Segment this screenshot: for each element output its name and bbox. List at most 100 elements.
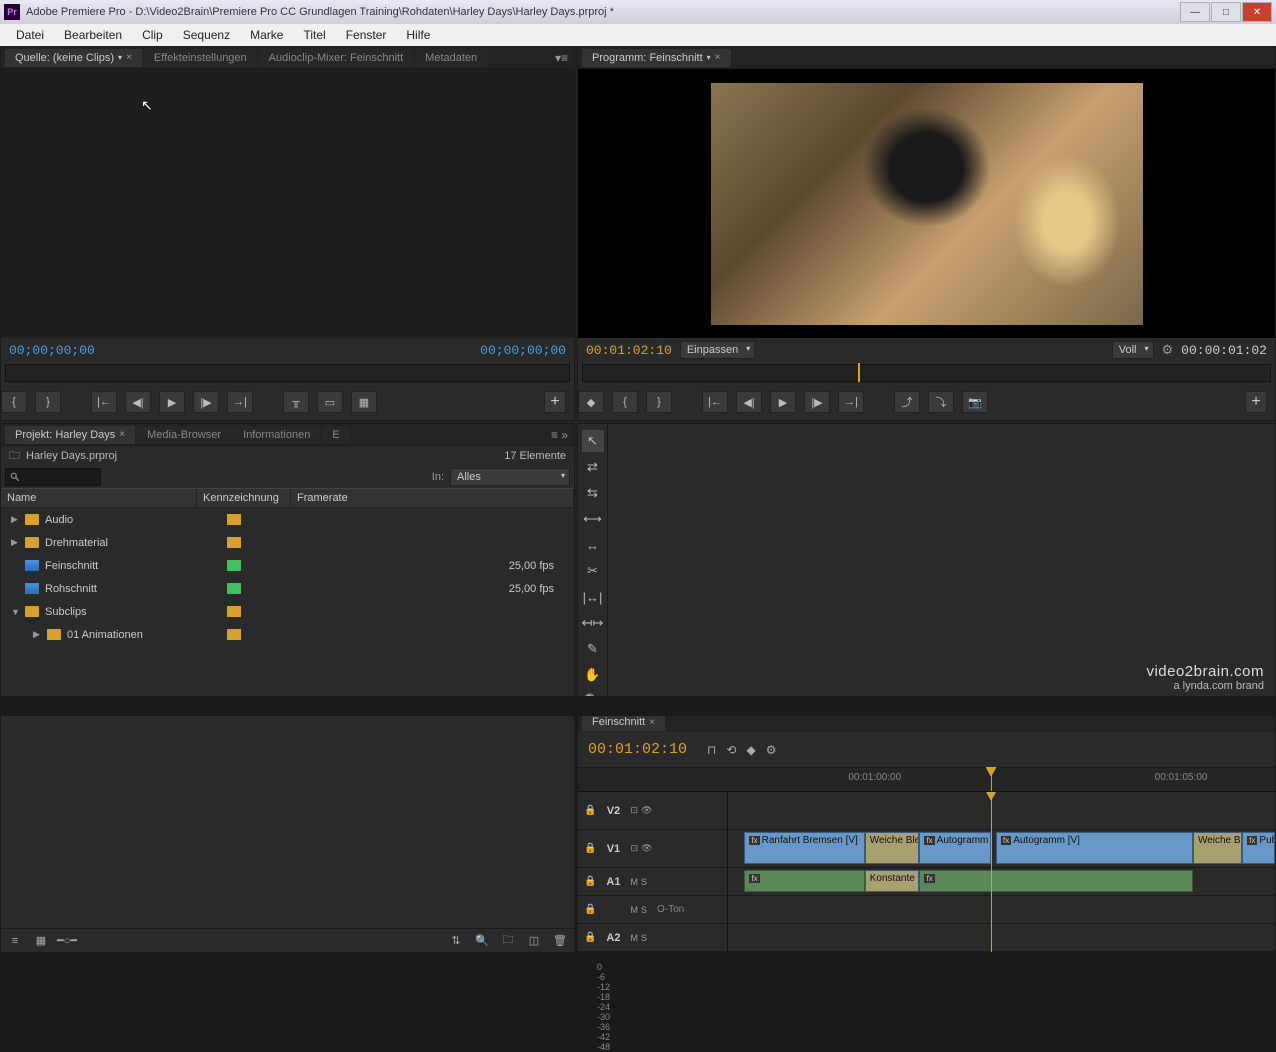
- list-view-button[interactable]: ≡: [5, 932, 25, 950]
- lock-icon[interactable]: 🔒: [584, 876, 596, 887]
- item-label-chip[interactable]: [191, 537, 277, 548]
- pen-tool[interactable]: ✎: [582, 638, 604, 660]
- lock-icon[interactable]: 🔒: [584, 904, 596, 915]
- timeline-clip[interactable]: fxRanfahrt Bremsen [V]: [744, 832, 864, 864]
- tab-effects-e[interactable]: E: [322, 426, 349, 444]
- track-header[interactable]: 🔒A1MS: [578, 868, 727, 896]
- timeline-clip[interactable]: Weiche Blend: [1193, 832, 1242, 864]
- hand-tool[interactable]: ✋: [582, 664, 604, 686]
- item-label-chip[interactable]: [191, 514, 277, 525]
- step-forward-button[interactable]: |▶: [193, 391, 219, 413]
- source-timebar[interactable]: [5, 364, 570, 382]
- twisty-icon[interactable]: ▶: [33, 629, 45, 640]
- track-toggles[interactable]: MS: [630, 877, 647, 887]
- project-item[interactable]: ▶01 Animationen: [1, 623, 574, 646]
- filter-scope-dropdown[interactable]: Alles: [450, 468, 570, 486]
- sort-button[interactable]: ⇅: [446, 932, 466, 950]
- tab-metadata[interactable]: Metadaten: [415, 49, 487, 67]
- zoom-slider[interactable]: ━○━: [57, 932, 77, 950]
- dropdown-caret-icon[interactable]: ▾: [707, 53, 711, 62]
- razor-tool[interactable]: ✂: [582, 560, 604, 582]
- overwrite-button[interactable]: ▭: [317, 391, 343, 413]
- col-label-header[interactable]: Kennzeichnung: [197, 489, 291, 507]
- twisty-icon[interactable]: ▶: [11, 537, 23, 548]
- twisty-icon[interactable]: ▶: [11, 514, 23, 525]
- menu-fenster[interactable]: Fenster: [336, 26, 397, 44]
- timeline-clip[interactable]: fxAutogramm [V]: [919, 832, 990, 864]
- timeline-clip[interactable]: fx: [744, 870, 864, 892]
- track-toggles[interactable]: MS: [630, 905, 647, 915]
- col-name-header[interactable]: Name: [1, 489, 197, 507]
- project-item[interactable]: ▶Audio: [1, 508, 574, 531]
- track-header[interactable]: 🔒MSO-Ton: [578, 896, 727, 924]
- track-lane[interactable]: [728, 924, 1275, 952]
- marker-button[interactable]: ◆: [746, 743, 755, 757]
- timeline-clip[interactable]: fxAutogramm [V]: [996, 832, 1193, 864]
- export-frame-button[interactable]: ▦: [351, 391, 377, 413]
- play-button[interactable]: ▶: [770, 391, 796, 413]
- lock-icon[interactable]: 🔒: [584, 805, 596, 816]
- new-bin-button[interactable]: 🗀: [498, 932, 518, 950]
- track-toggles[interactable]: ⊡👁: [630, 843, 652, 854]
- search-input[interactable]: [5, 468, 101, 486]
- minimize-button[interactable]: —: [1180, 2, 1210, 22]
- step-forward-button[interactable]: |▶: [804, 391, 830, 413]
- menu-titel[interactable]: Titel: [293, 26, 335, 44]
- selection-tool[interactable]: ↖: [582, 430, 604, 452]
- item-label-chip[interactable]: [191, 583, 277, 594]
- mark-out-button[interactable]: }: [35, 391, 61, 413]
- tab-source[interactable]: Quelle: (keine Clips) ▾ ×: [5, 49, 142, 67]
- close-icon[interactable]: ×: [126, 52, 132, 63]
- add-button[interactable]: +: [1245, 391, 1267, 413]
- linked-selection-button[interactable]: ⟲: [726, 743, 736, 757]
- item-label-chip[interactable]: [191, 629, 277, 640]
- trash-button[interactable]: 🗑: [550, 932, 570, 950]
- timeline-clip[interactable]: Konstante L: [865, 870, 920, 892]
- settings-button[interactable]: ⚙: [766, 743, 777, 757]
- menu-sequenz[interactable]: Sequenz: [173, 26, 240, 44]
- add-marker-button[interactable]: ◆: [578, 391, 604, 413]
- maximize-button[interactable]: □: [1211, 2, 1241, 22]
- close-icon[interactable]: ×: [649, 717, 655, 728]
- timeline-ruler[interactable]: 00:01:00:0000:01:05:00: [578, 768, 1275, 792]
- program-viewer[interactable]: [578, 69, 1275, 338]
- lock-icon[interactable]: 🔒: [584, 843, 596, 854]
- tab-project[interactable]: Projekt: Harley Days ×: [5, 426, 135, 444]
- resolution-dropdown[interactable]: Voll: [1112, 341, 1154, 359]
- project-item[interactable]: ▼Subclips: [1, 600, 574, 623]
- track-header[interactable]: 🔒A2MS: [578, 924, 727, 952]
- fit-dropdown[interactable]: Einpassen: [680, 341, 755, 359]
- timeline-clip[interactable]: fxPub: [1242, 832, 1275, 864]
- program-duration-timecode[interactable]: 00:00:01:02: [1181, 343, 1267, 358]
- project-item[interactable]: ▶Drehmaterial: [1, 531, 574, 554]
- step-back-button[interactable]: ◀|: [736, 391, 762, 413]
- panel-menu-icon[interactable]: ▾≡: [549, 51, 574, 65]
- go-to-out-button[interactable]: →|: [838, 391, 864, 413]
- mark-in-button[interactable]: {: [612, 391, 638, 413]
- close-button[interactable]: ✕: [1242, 2, 1272, 22]
- lock-icon[interactable]: 🔒: [584, 932, 596, 943]
- track-header[interactable]: 🔒V2⊡👁: [578, 792, 727, 830]
- close-icon[interactable]: ×: [119, 429, 125, 440]
- track-header[interactable]: 🔒V1⊡👁: [578, 830, 727, 868]
- export-frame-button[interactable]: 📷: [962, 391, 988, 413]
- play-button[interactable]: ▶: [159, 391, 185, 413]
- rate-stretch-tool[interactable]: ↔: [582, 534, 604, 556]
- item-label-chip[interactable]: [191, 606, 277, 617]
- lift-button[interactable]: ⤴: [894, 391, 920, 413]
- ripple-edit-tool[interactable]: ⇆: [582, 482, 604, 504]
- timeline-clip[interactable]: fx: [919, 870, 1193, 892]
- timeline-clips-area[interactable]: fxRanfahrt Bremsen [V]Weiche BlendfxAuto…: [728, 792, 1275, 952]
- menu-datei[interactable]: Datei: [6, 26, 54, 44]
- source-viewer[interactable]: ↖: [1, 69, 574, 338]
- menu-bearbeiten[interactable]: Bearbeiten: [54, 26, 132, 44]
- tab-audio-mixer[interactable]: Audioclip-Mixer: Feinschnitt: [259, 49, 414, 67]
- col-rate-header[interactable]: Framerate: [291, 489, 574, 507]
- insert-button[interactable]: ╥: [283, 391, 309, 413]
- tab-program[interactable]: Programm: Feinschnitt ▾ ×: [582, 49, 731, 67]
- program-playhead-timecode[interactable]: 00:01:02:10: [586, 343, 672, 358]
- project-item[interactable]: Feinschnitt25,00 fps: [1, 554, 574, 577]
- track-lane[interactable]: [728, 896, 1275, 924]
- panel-menu-icon[interactable]: ≡ »: [545, 428, 574, 442]
- slide-tool[interactable]: ↤↦: [582, 612, 604, 634]
